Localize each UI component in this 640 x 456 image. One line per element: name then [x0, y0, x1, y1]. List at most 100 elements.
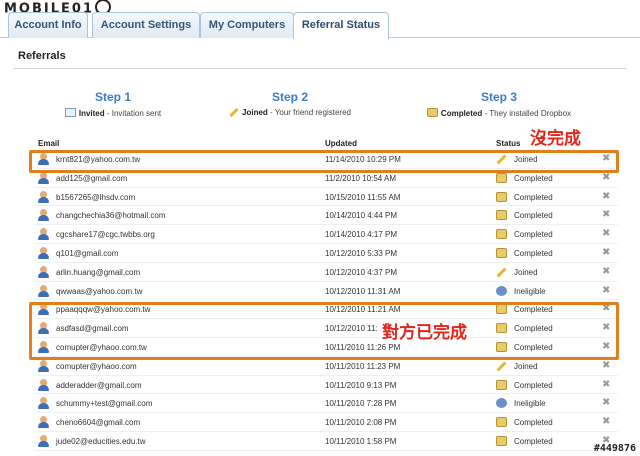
- row-updated: 11/14/2010 10:29 PM: [325, 155, 401, 164]
- tab-account-info[interactable]: Account Info: [8, 12, 88, 38]
- row-updated: 10/12/2010 5:33 PM: [325, 248, 398, 258]
- remove-icon[interactable]: ✖: [602, 285, 610, 296]
- row-updated: 10/11/2010 2:08 PM: [325, 418, 397, 428]
- column-header-status[interactable]: Status: [496, 139, 520, 148]
- remove-icon[interactable]: ✖: [602, 397, 610, 408]
- dropbox-icon: [496, 323, 507, 334]
- step-description: Completed - They installed Dropbox: [423, 108, 575, 118]
- table-row: comupter@yhaoo.com 10/11/2010 11:23 PM Joi…: [34, 357, 618, 376]
- dropbox-icon: [496, 229, 507, 240]
- table-row: cheno6604@gmail.com 10/11/2010 2:08 PM Com…: [34, 413, 618, 432]
- dropbox-icon: [426, 108, 438, 117]
- row-status: Completed: [514, 324, 553, 334]
- tab-account-settings[interactable]: Account Settings: [92, 12, 200, 38]
- row-email: asdfasd@gmail.com: [56, 324, 129, 334]
- column-header-email[interactable]: Email: [38, 139, 59, 148]
- help-icon: [496, 398, 507, 409]
- table-row: comupter@yhaoo.com.tw 10/11/2010 11:26 PM…: [34, 338, 618, 357]
- tab-my-computers[interactable]: My Computers: [200, 12, 294, 38]
- remove-icon[interactable]: ✖: [602, 360, 610, 371]
- row-status: Completed: [514, 211, 553, 221]
- row-email: b1567265@lhsdv.com: [56, 192, 136, 202]
- user-avatar-icon: [38, 228, 49, 241]
- remove-icon[interactable]: ✖: [602, 322, 610, 333]
- row-email: adderadder@gmail.com: [56, 380, 142, 390]
- row-status: Joined: [514, 155, 538, 164]
- table-row: schummy+test@gmail.com 10/11/2010 7:28 PM…: [34, 394, 618, 414]
- row-updated: 10/14/2010 4:44 PM: [325, 211, 398, 221]
- remove-icon[interactable]: ✖: [602, 266, 610, 277]
- remove-icon[interactable]: ✖: [602, 153, 610, 164]
- user-avatar-icon: [38, 190, 49, 203]
- remove-icon[interactable]: ✖: [602, 379, 610, 390]
- row-updated: 10/15/2010 11:55 AM: [325, 192, 401, 202]
- referral-table: krnt821@yahoo.com.tw 11/14/2010 10:29 PM J…: [34, 150, 618, 451]
- row-email: comupter@yhaoo.com.tw: [56, 342, 147, 352]
- table-row: b1567265@lhsdv.com 10/15/2010 11:55 AM Com…: [34, 188, 618, 207]
- row-updated: 10/12/2010 11:31 AM: [325, 286, 401, 296]
- row-email: add125@gmail.com: [56, 173, 128, 183]
- row-email: comupter@yhaoo.com: [56, 361, 137, 371]
- row-email: changchechia36@hotmail.com: [56, 211, 166, 221]
- user-avatar-icon: [38, 246, 49, 259]
- user-avatar-icon: [38, 397, 49, 410]
- remove-icon[interactable]: ✖: [602, 191, 610, 202]
- pencil-icon: [496, 154, 507, 165]
- help-icon: [496, 285, 507, 296]
- table-row: qwwaas@yahoo.com.tw 10/12/2010 11:31 AM In…: [34, 282, 618, 301]
- user-avatar-icon: [38, 359, 49, 372]
- row-status: Completed: [514, 380, 553, 390]
- row-updated: 10/12/2010 4:37 PM: [325, 267, 398, 277]
- annotation-not-completed: 沒完成: [530, 129, 581, 149]
- user-avatar-icon: [38, 378, 49, 391]
- step-3: Step 3 Completed - They installed Dropbo…: [423, 90, 575, 118]
- row-updated: 10/14/2010 4:17 PM: [325, 230, 398, 240]
- user-avatar-icon: [38, 434, 49, 447]
- remove-icon[interactable]: ✖: [602, 341, 610, 352]
- annotation-other-completed: 對方已完成: [382, 323, 467, 343]
- row-status: Ineligible: [514, 286, 546, 296]
- step-description: Joined - Your friend registered: [222, 107, 358, 118]
- row-status: Completed: [514, 418, 553, 428]
- user-avatar-icon: [38, 284, 49, 297]
- dropbox-icon: [496, 210, 507, 221]
- user-avatar-icon: [38, 416, 49, 429]
- pencil-icon: [496, 267, 507, 278]
- top-bar: MOBILE01 Account Info Account Settings M…: [0, 0, 640, 39]
- envelope-icon: [64, 108, 76, 117]
- row-status: Ineligible: [514, 399, 546, 409]
- remove-icon[interactable]: ✖: [602, 172, 610, 183]
- dropbox-icon: [496, 379, 507, 390]
- row-email: jude02@educities.edu.tw: [56, 436, 146, 446]
- remove-icon[interactable]: ✖: [602, 416, 610, 427]
- column-header-updated[interactable]: Updated: [325, 139, 357, 148]
- dropbox-icon: [496, 435, 507, 446]
- table-row: cgcshare17@cgc.twbbs.org 10/14/2010 4:17 …: [34, 225, 618, 244]
- row-updated: 10/11/2010 9:13 PM: [325, 380, 397, 390]
- row-email: ppaaqqqw@yahoo.com.tw: [56, 305, 151, 315]
- row-updated: 10/12/2010 11:21 AM: [325, 305, 401, 315]
- remove-icon[interactable]: ✖: [602, 303, 610, 314]
- user-avatar-icon: [38, 322, 49, 335]
- step-title: Step 3: [480, 90, 517, 104]
- row-updated: 10/11/2010 11:23 PM: [325, 361, 401, 371]
- table-row: arlin.huang@gmail.com 10/12/2010 4:37 PM J…: [34, 263, 618, 282]
- row-updated: 10/11/2010 11:26 PM: [325, 342, 401, 352]
- user-avatar-icon: [38, 171, 49, 184]
- row-updated: 10/11/2010 1:58 PM: [325, 436, 397, 446]
- row-status: Completed: [514, 192, 553, 202]
- table-row: changchechia36@hotmail.com 10/14/2010 4:4…: [34, 206, 618, 226]
- row-status: Completed: [514, 342, 553, 352]
- remove-icon[interactable]: ✖: [602, 228, 610, 239]
- remove-icon[interactable]: ✖: [602, 247, 610, 258]
- row-email: qwwaas@yahoo.com.tw: [56, 286, 143, 296]
- row-email: q101@gmail.com: [56, 248, 119, 258]
- dropbox-icon: [496, 247, 507, 258]
- dropbox-icon: [496, 172, 507, 183]
- user-avatar-icon: [38, 209, 49, 222]
- remove-icon[interactable]: ✖: [602, 209, 610, 220]
- table-row: adderadder@gmail.com 10/11/2010 9:13 PM Co…: [34, 376, 618, 395]
- row-email: krnt821@yahoo.com.tw: [56, 155, 141, 164]
- tab-referral-status[interactable]: Referral Status: [293, 12, 389, 39]
- dropbox-icon: [496, 417, 507, 428]
